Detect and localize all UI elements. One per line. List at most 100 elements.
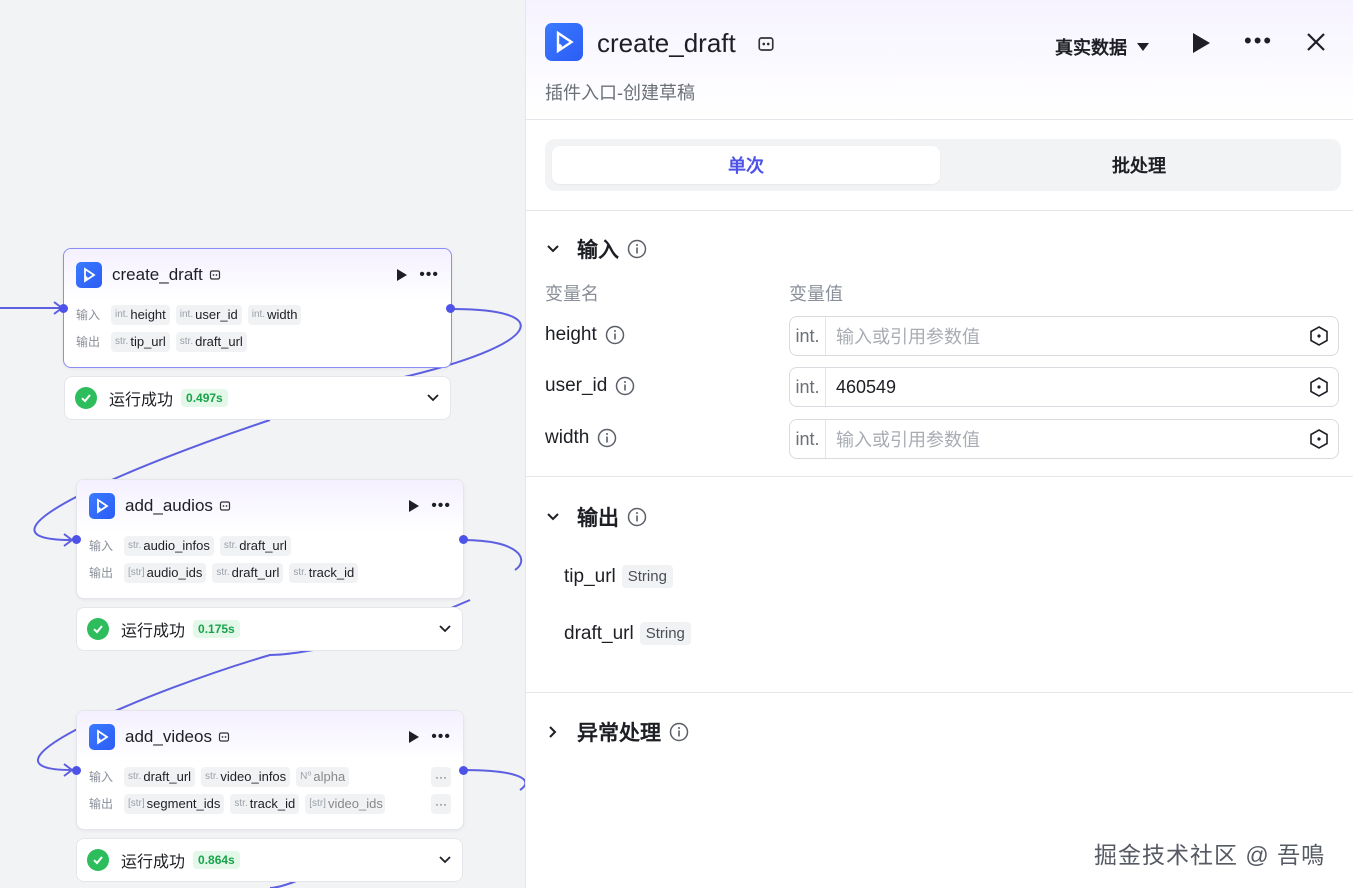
width-input[interactable]: int. 输入或引用参数值 <box>789 419 1339 459</box>
plugin-icon <box>89 493 115 519</box>
node-add-audios[interactable]: add_audios ••• 输入 str. audio_infos str. dr… <box>76 479 464 599</box>
input-tag: str. draft_url <box>219 535 291 556</box>
workflow-canvas[interactable]: create_draft ••• 输入 int. height int. user_… <box>0 0 525 888</box>
type-badge: int. <box>790 368 826 406</box>
input-value[interactable]: 460549 <box>836 377 1308 398</box>
output-port[interactable] <box>446 304 455 313</box>
input-placeholder[interactable]: 输入或引用参数值 <box>836 323 1308 349</box>
chevron-down-icon[interactable] <box>438 624 452 634</box>
chevron-down-icon[interactable] <box>426 393 440 403</box>
output-name: draft_url <box>564 622 634 644</box>
run-node-icon[interactable] <box>409 731 420 743</box>
node-outputs: 输出 [str] segment_ids str. track_id [str] vi… <box>77 790 463 817</box>
run-status-bar[interactable]: 运行成功 0.497s <box>64 376 451 420</box>
info-icon[interactable] <box>615 376 635 396</box>
output-tag: str. draft_url <box>212 562 284 583</box>
more-params-button[interactable]: ··· <box>431 766 451 787</box>
info-icon[interactable] <box>627 507 647 527</box>
node-title: create_draft <box>112 265 203 284</box>
input-port[interactable] <box>72 535 81 544</box>
variable-reference-icon[interactable] <box>1308 376 1330 398</box>
output-section-toggle[interactable]: 输出 <box>545 502 647 532</box>
user-id-input[interactable]: int. 460549 <box>789 367 1339 407</box>
input-section-toggle[interactable]: 输入 <box>545 234 647 264</box>
var-name-height: height <box>545 324 625 346</box>
type-badge: int. <box>251 309 266 320</box>
exception-section-toggle[interactable]: 异常处理 <box>545 717 689 747</box>
type-badge: N⁰ <box>300 771 312 782</box>
run-status-bar[interactable]: 运行成功 0.175s <box>76 607 463 651</box>
node-outputs: 输出 str. tip_url str. draft_url <box>64 328 451 355</box>
variable-reference-icon[interactable] <box>1308 325 1330 347</box>
height-input[interactable]: int. 输入或引用参数值 <box>789 316 1339 356</box>
outputs-label: 输出 <box>76 335 101 349</box>
run-node-icon[interactable] <box>397 269 408 281</box>
param-name: track_id <box>308 565 355 580</box>
info-icon[interactable] <box>627 239 647 259</box>
input-tag: int. height <box>111 304 170 325</box>
run-node-icon[interactable] <box>409 500 420 512</box>
output-port[interactable] <box>459 766 468 775</box>
input-placeholder[interactable]: 输入或引用参数值 <box>836 426 1308 452</box>
param-name: draft_url <box>143 769 192 784</box>
input-port[interactable] <box>72 766 81 775</box>
more-icon[interactable]: ••• <box>419 267 439 283</box>
node-create-draft[interactable]: create_draft ••• 输入 int. height int. user_… <box>63 248 452 368</box>
node-header: add_videos ••• <box>77 711 463 763</box>
var-name-label: user_id <box>545 375 608 396</box>
tab-batch[interactable]: 批处理 <box>945 146 1333 184</box>
run-icon[interactable] <box>1193 33 1210 53</box>
mode-tabs: 单次 批处理 <box>545 139 1341 191</box>
data-mode-label: 真实数据 <box>1055 38 1127 58</box>
info-icon[interactable] <box>669 722 689 742</box>
column-header-name: 变量名 <box>545 284 599 304</box>
info-icon[interactable] <box>605 325 625 345</box>
param-name: width <box>267 307 298 322</box>
param-name: draft_url <box>231 565 280 580</box>
duration-badge: 0.864s <box>193 851 240 869</box>
type-badge: int. <box>115 309 129 320</box>
plugin-icon <box>76 262 102 288</box>
more-icon[interactable]: ••• <box>431 729 451 745</box>
success-check-icon <box>87 618 109 640</box>
chevron-down-icon[interactable] <box>438 855 452 865</box>
data-mode-select[interactable]: 真实数据 <box>1055 34 1149 60</box>
variable-reference-icon[interactable] <box>1308 428 1330 450</box>
inputs-label: 输入 <box>89 770 114 784</box>
output-tag: [str] segment_ids <box>124 793 225 814</box>
divider <box>526 476 1353 477</box>
output-tag: str. draft_url <box>175 331 247 352</box>
more-icon[interactable]: ••• <box>431 498 451 514</box>
node-header: create_draft ••• <box>64 249 451 301</box>
type-badge: [str] <box>309 798 326 809</box>
watermark: 掘金技术社区 @ 吾鳴 <box>1094 842 1326 868</box>
more-icon[interactable]: ••• <box>1244 28 1273 54</box>
tab-single[interactable]: 单次 <box>552 146 940 184</box>
var-name-user-id: user_id <box>545 375 635 397</box>
duration-badge: 0.497s <box>181 389 228 407</box>
inputs-label: 输入 <box>89 539 114 553</box>
param-name: user_id <box>195 307 238 322</box>
node-add-videos[interactable]: add_videos ••• 输入 str. draft_url str. vide… <box>76 710 464 830</box>
input-tag: str. audio_infos <box>124 535 214 556</box>
run-status-bar[interactable]: 运行成功 0.864s <box>76 838 463 882</box>
column-header-value: 变量值 <box>789 284 843 304</box>
type-badge: str. <box>234 798 248 809</box>
output-tag: [str] video_ids <box>305 793 386 814</box>
info-icon[interactable] <box>597 428 617 448</box>
chevron-down-icon <box>547 245 559 253</box>
close-icon[interactable] <box>1305 31 1327 53</box>
chevron-down-icon <box>547 513 559 521</box>
input-port[interactable] <box>59 304 68 313</box>
more-params-button[interactable]: ··· <box>431 793 451 814</box>
var-name-label: height <box>545 324 597 345</box>
store-icon <box>758 37 774 51</box>
output-port[interactable] <box>459 535 468 544</box>
section-title: 输出 <box>577 507 619 530</box>
type-badge: str. <box>216 567 230 578</box>
param-name: draft_url <box>195 334 243 349</box>
node-header: add_audios ••• <box>77 480 463 532</box>
divider <box>526 692 1353 693</box>
type-badge: str. <box>128 540 142 551</box>
param-name: video_ids <box>327 796 383 811</box>
